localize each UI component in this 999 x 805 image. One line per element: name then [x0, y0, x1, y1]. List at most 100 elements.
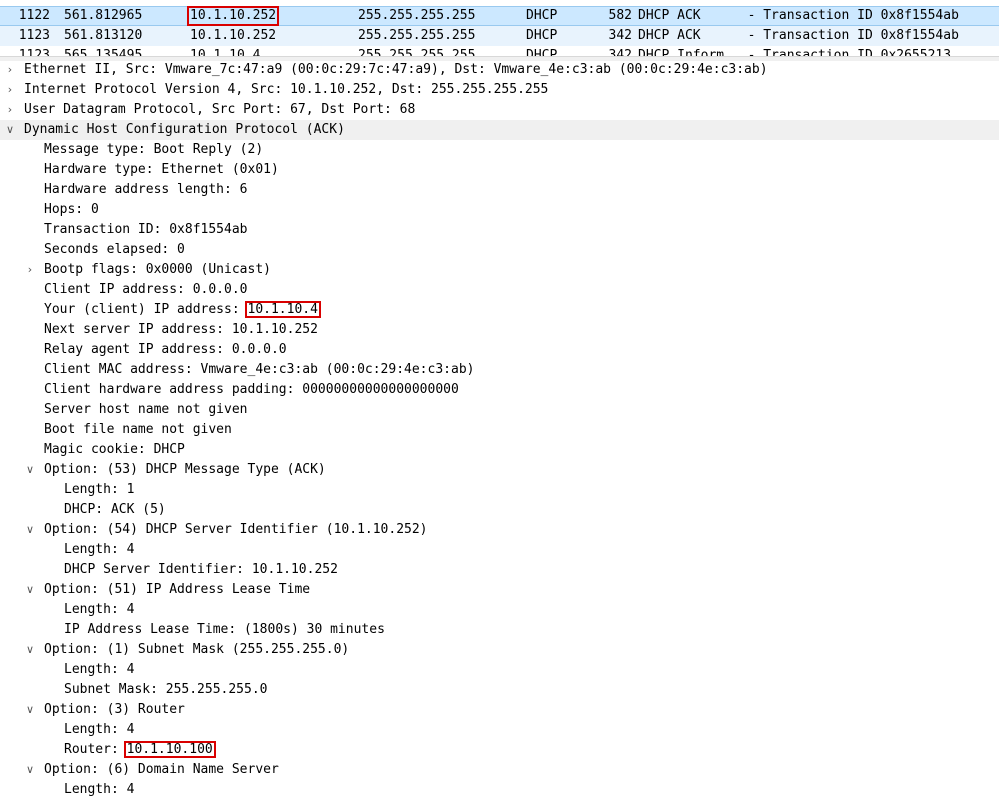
packet-time: 561.812965	[64, 8, 143, 23]
tree-row[interactable]: Hops: 0	[0, 200, 999, 220]
tree-row[interactable]: ∨ Option: (1) Subnet Mask (255.255.255.0)	[0, 640, 999, 660]
tree-row-label: Seconds elapsed: 0	[44, 240, 185, 260]
tree-row-text: Length: 4	[64, 542, 135, 557]
tree-row[interactable]: Router: 10.1.10.100	[0, 740, 999, 760]
tree-row-label: Hardware type: Ethernet (0x01)	[44, 160, 279, 180]
tree-row[interactable]: DHCP Server Identifier: 10.1.10.252	[0, 560, 999, 580]
packet-row[interactable]: 1123 565.135495 10.1.10.4 255.255.255.25…	[0, 46, 999, 56]
tree-row[interactable]: Message type: Boot Reply (2)	[0, 140, 999, 160]
tree-row-label: Message type: Boot Reply (2)	[44, 140, 263, 160]
tree-row[interactable]: › Bootp flags: 0x0000 (Unicast)	[0, 260, 999, 280]
tree-row-label: DHCP Server Identifier: 10.1.10.252	[64, 560, 338, 580]
packet-row[interactable]: 1123 561.813120 10.1.10.252 255.255.255.…	[0, 26, 999, 46]
tree-row-label: Hops: 0	[44, 200, 99, 220]
tree-row-text: Magic cookie: DHCP	[44, 442, 185, 457]
tree-row-text: Internet Protocol Version 4, Src: 10.1.1…	[24, 82, 549, 97]
tree-row-label: Server host name not given	[44, 400, 248, 420]
packet-destination: 255.255.255.255	[358, 8, 476, 23]
tree-row[interactable]: ∨ Option: (53) DHCP Message Type (ACK)	[0, 460, 999, 480]
tree-row[interactable]: Boot file name not given	[0, 420, 999, 440]
chevron-down-icon[interactable]: ∨	[24, 520, 36, 540]
tree-row-label: Internet Protocol Version 4, Src: 10.1.1…	[24, 80, 548, 100]
packet-row[interactable]: 1122 561.812965 10.1.10.252 255.255.255.…	[0, 6, 999, 26]
tree-row[interactable]: Next server IP address: 10.1.10.252	[0, 320, 999, 340]
tree-row[interactable]: Hardware type: Ethernet (0x01)	[0, 160, 999, 180]
tree-row-text: Client IP address: 0.0.0.0	[44, 282, 248, 297]
chevron-down-icon[interactable]: ∨	[24, 640, 36, 660]
tree-row[interactable]: ∨ Option: (3) Router	[0, 700, 999, 720]
tree-row-label: Length: 4	[64, 600, 134, 620]
tree-row[interactable]: Length: 4	[0, 540, 999, 560]
tree-row-text: Transaction ID: 0x8f1554ab	[44, 222, 248, 237]
chevron-right-icon[interactable]: ›	[4, 100, 16, 120]
chevron-right-icon[interactable]: ›	[24, 260, 36, 280]
chevron-down-icon[interactable]: ∨	[4, 120, 16, 140]
chevron-down-icon[interactable]: ∨	[24, 460, 36, 480]
chevron-down-icon[interactable]: ∨	[24, 580, 36, 600]
packet-source-highlighted: 10.1.10.252	[186, 6, 280, 26]
tree-row[interactable]: › Internet Protocol Version 4, Src: 10.1.…	[0, 80, 999, 100]
tree-row[interactable]: Seconds elapsed: 0	[0, 240, 999, 260]
tree-row[interactable]: ∨ Option: (6) Domain Name Server	[0, 760, 999, 780]
tree-row-label: IP Address Lease Time: (1800s) 30 minute…	[64, 620, 385, 640]
tree-row[interactable]: DHCP: ACK (5)	[0, 500, 999, 520]
chevron-down-icon[interactable]: ∨	[24, 760, 36, 780]
tree-row[interactable]: Length: 4	[0, 780, 999, 800]
tree-row-text: Your (client) IP address:	[44, 302, 248, 317]
tree-row-text: Hops: 0	[44, 202, 99, 217]
tree-row[interactable]: Relay agent IP address: 0.0.0.0	[0, 340, 999, 360]
tree-row-text: DHCP: ACK (5)	[64, 502, 166, 517]
tree-row-text: Length: 1	[64, 482, 135, 497]
tree-row-text: Length: 4	[64, 602, 135, 617]
tree-row[interactable]: Client IP address: 0.0.0.0	[0, 280, 999, 300]
tree-row[interactable]: ∨ Option: (54) DHCP Server Identifier (10…	[0, 520, 999, 540]
tree-row[interactable]: Length: 4	[0, 600, 999, 620]
packet-destination: 255.255.255.255	[358, 28, 476, 43]
tree-row-label: Option: (3) Router	[44, 700, 185, 720]
tree-row[interactable]: Transaction ID: 0x8f1554ab	[0, 220, 999, 240]
tree-row-text: Option: (1) Subnet Mask (255.255.255.0)	[44, 642, 350, 657]
tree-row-text: Client hardware address padding: 0000000…	[44, 382, 459, 397]
tree-row-text: Length: 4	[64, 722, 135, 737]
tree-row-text: DHCP Server Identifier: 10.1.10.252	[64, 562, 338, 577]
packet-details-tree[interactable]: › Ethernet II, Src: Vmware_7c:47:a9 (00:0…	[0, 60, 999, 805]
packet-length: 342	[608, 28, 632, 43]
packet-list-pane[interactable]: 1122 561.812965 10.1.10.252 255.255.255.…	[0, 0, 999, 56]
tree-row[interactable]: IP Address Lease Time: (1800s) 30 minute…	[0, 620, 999, 640]
tree-row-text: User Datagram Protocol, Src Port: 67, Ds…	[24, 102, 416, 117]
tree-row[interactable]: Server host name not given	[0, 400, 999, 420]
tree-row-text: Dynamic Host Configuration Protocol (ACK…	[24, 122, 345, 137]
tree-row-text: Seconds elapsed: 0	[44, 242, 185, 257]
tree-row-text: Option: (51) IP Address Lease Time	[44, 582, 311, 597]
tree-row-text: Message type: Boot Reply (2)	[44, 142, 264, 157]
packet-no: 1123	[18, 48, 50, 56]
tree-row[interactable]: Length: 1	[0, 480, 999, 500]
packet-info: DHCP ACK - Transaction ID 0x8f1554ab	[638, 28, 959, 43]
tree-row[interactable]: Client MAC address: Vmware_4e:c3:ab (00:…	[0, 360, 999, 380]
tree-row-text: Hardware address length: 6	[44, 182, 248, 197]
tree-row[interactable]: Subnet Mask: 255.255.255.0	[0, 680, 999, 700]
tree-row[interactable]: Length: 4	[0, 660, 999, 680]
tree-row-text: Option: (54) DHCP Server Identifier (10.…	[44, 522, 428, 537]
tree-row-label: Magic cookie: DHCP	[44, 440, 185, 460]
tree-row-label: Dynamic Host Configuration Protocol (ACK…	[24, 120, 345, 140]
tree-row[interactable]: Magic cookie: DHCP	[0, 440, 999, 460]
tree-row-label: Length: 4	[64, 660, 134, 680]
tree-row[interactable]: Your (client) IP address: 10.1.10.4	[0, 300, 999, 320]
tree-row-text: Ethernet II, Src: Vmware_7c:47:a9 (00:0c…	[24, 62, 768, 77]
chevron-right-icon[interactable]: ›	[4, 60, 16, 80]
tree-row[interactable]: ∨ Dynamic Host Configuration Protocol (AC…	[0, 120, 999, 140]
tree-row[interactable]: › User Datagram Protocol, Src Port: 67, D…	[0, 100, 999, 120]
packet-no: 1122	[18, 8, 50, 23]
tree-row-text: Option: (3) Router	[44, 702, 185, 717]
chevron-right-icon[interactable]: ›	[4, 80, 16, 100]
packet-time: 561.813120	[64, 28, 143, 43]
tree-row-label: Next server IP address: 10.1.10.252	[44, 320, 318, 340]
tree-row[interactable]: Client hardware address padding: 0000000…	[0, 380, 999, 400]
tree-row[interactable]: Length: 4	[0, 720, 999, 740]
tree-row[interactable]: Hardware address length: 6	[0, 180, 999, 200]
tree-row[interactable]: › Ethernet II, Src: Vmware_7c:47:a9 (00:0…	[0, 60, 999, 80]
tree-row[interactable]: ∨ Option: (51) IP Address Lease Time	[0, 580, 999, 600]
chevron-down-icon[interactable]: ∨	[24, 700, 36, 720]
tree-row-label: Boot file name not given	[44, 420, 232, 440]
